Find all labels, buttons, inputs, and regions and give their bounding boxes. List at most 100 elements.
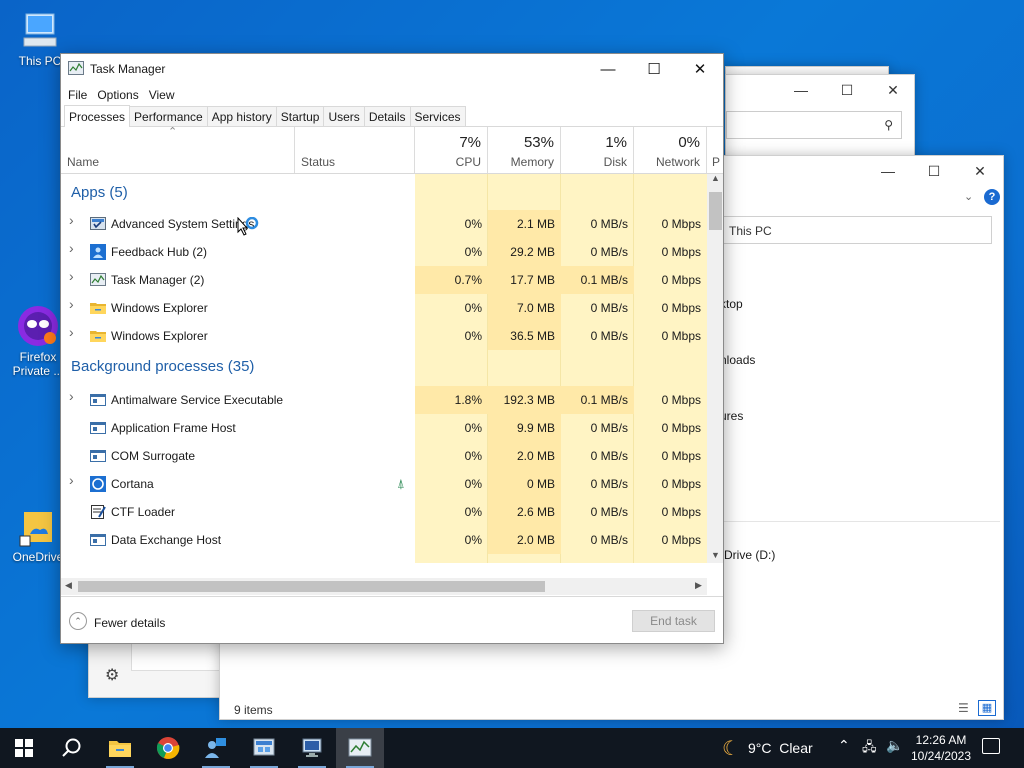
- tab-performance[interactable]: Performance: [129, 106, 208, 126]
- maximize-icon[interactable]: ☐: [911, 156, 957, 186]
- task-manager-window[interactable]: Task Manager — ☐ ✕ File Options View Pro…: [60, 53, 724, 644]
- expand-chevron-icon[interactable]: ›: [69, 389, 77, 403]
- close-icon[interactable]: ✕: [957, 156, 1003, 186]
- minimize-button[interactable]: —: [585, 54, 631, 84]
- search-button[interactable]: [48, 728, 96, 768]
- process-row-data-exchange-host[interactable]: Data Exchange Host 0% 2.0 MB 0 MB/s 0 Mbps: [61, 526, 707, 554]
- tab-app-history[interactable]: App history: [206, 106, 277, 126]
- chevron-down-icon[interactable]: ⌄: [964, 190, 973, 203]
- help-icon[interactable]: ?: [984, 189, 1000, 205]
- clock-time: 12:26 AM: [915, 733, 967, 747]
- scroll-right-icon[interactable]: ▶: [695, 580, 702, 591]
- column-name[interactable]: ⌃ Name: [61, 126, 295, 173]
- tab-details[interactable]: Details: [363, 106, 411, 126]
- taskbar-system-settings[interactable]: [240, 728, 288, 768]
- close-button[interactable]: ✕: [677, 54, 723, 84]
- taskbar-control-panel[interactable]: [288, 728, 336, 768]
- process-row-application-frame-host[interactable]: Application Frame Host 0% 9.9 MB 0 MB/s 0 Mb…: [61, 414, 707, 442]
- network-icon[interactable]: 🖧: [862, 738, 877, 760]
- app-window-icon: [90, 420, 106, 436]
- maximize-icon[interactable]: ☐: [824, 75, 870, 105]
- menu-file[interactable]: File: [63, 88, 92, 102]
- process-row-windows-explorer[interactable]: › Windows Explorer 0% 7.0 MB 0 MB/s 0 Mbps: [61, 294, 707, 322]
- process-row-ctf-loader[interactable]: CTF Loader 0% 2.6 MB 0 MB/s 0 Mbps: [61, 498, 707, 526]
- close-icon[interactable]: ✕: [870, 75, 916, 105]
- expand-chevron-icon[interactable]: ›: [69, 297, 77, 311]
- desktop-icon-firefox-private[interactable]: Firefox Private ...: [10, 304, 66, 378]
- vertical-scroll-thumb[interactable]: [709, 192, 722, 230]
- expand-chevron-icon[interactable]: ›: [69, 325, 77, 339]
- fewer-details-link[interactable]: Fewer details: [94, 616, 165, 630]
- cell-network: 0 Mbps: [661, 273, 701, 287]
- folder-icon: [90, 300, 106, 316]
- process-row-antimalware-service-executable[interactable]: › Antimalware Service Executable 1.8% 192.3…: [61, 386, 707, 414]
- clock[interactable]: 12:26 AM 10/24/2023: [908, 732, 974, 764]
- menu-view[interactable]: View: [144, 88, 180, 102]
- fewer-details-icon[interactable]: ⌃: [69, 612, 87, 630]
- address-bar[interactable]: This PC: [710, 216, 992, 244]
- nav-item-drive-d[interactable]: Drive (D:): [724, 548, 775, 562]
- taskbar-chrome[interactable]: [144, 728, 192, 768]
- process-row-com-surrogate[interactable]: COM Surrogate 0% 2.0 MB 0 MB/s 0 Mbps: [61, 442, 707, 470]
- process-row-feedback-hub-2[interactable]: › Feedback Hub (2) 0% 29.2 MB 0 MB/s 0 Mbps: [61, 238, 707, 266]
- cell-memory: 2.1 MB: [488, 210, 561, 238]
- scroll-up-icon[interactable]: ▲: [711, 174, 720, 183]
- end-task-button[interactable]: End task: [632, 610, 715, 632]
- taskbar-file-explorer[interactable]: [96, 728, 144, 768]
- process-name: Windows Explorer: [111, 301, 208, 315]
- cell-disk: 0 MB/s: [590, 329, 628, 343]
- vertical-scrollbar[interactable]: ▲ ▼: [707, 174, 723, 563]
- tab-startup[interactable]: Startup: [275, 106, 325, 126]
- taskbar-task-manager[interactable]: [336, 728, 384, 768]
- show-hidden-icons-chevron-icon[interactable]: ⌃: [838, 737, 850, 754]
- column-memory[interactable]: 53% Memory: [488, 127, 561, 173]
- tab-services[interactable]: Services: [409, 106, 466, 126]
- volume-muted-icon[interactable]: 🔈: [886, 737, 903, 754]
- process-row-windows-explorer[interactable]: › Windows Explorer 0% 36.5 MB 0 MB/s 0 Mbps: [61, 322, 707, 350]
- notification-center-icon[interactable]: [982, 738, 1000, 754]
- desktop-icon-onedrive[interactable]: OneDrive: [10, 504, 66, 564]
- scroll-left-icon[interactable]: ◀: [65, 580, 72, 591]
- process-row-task-manager-2[interactable]: › Task Manager (2) 0.7% 17.7 MB 0.1 MB/s 0 Mb…: [61, 266, 707, 294]
- gear-icon[interactable]: ⚙: [105, 665, 119, 685]
- menu-options[interactable]: Options: [92, 88, 143, 102]
- tiles-view-icon[interactable]: ▦: [978, 700, 996, 716]
- horizontal-scroll-thumb[interactable]: [78, 581, 545, 592]
- process-row-advanced-system-settings[interactable]: › Advanced System Settings 0% 2.1 MB 0 MB/s 0…: [61, 210, 707, 238]
- cell-memory: 29.2 MB: [488, 238, 561, 266]
- ctf-loader-icon: [90, 504, 106, 520]
- weather-widget[interactable]: ☾ 9°C Clear: [722, 728, 813, 768]
- cell-cpu: 0%: [464, 245, 482, 259]
- column-status[interactable]: Status: [295, 127, 415, 173]
- taskbar-feedback-hub[interactable]: [192, 728, 240, 768]
- horizontal-scrollbar[interactable]: ◀ ▶: [61, 578, 707, 595]
- column-power[interactable]: P: [707, 127, 723, 173]
- minimize-icon[interactable]: —: [865, 156, 911, 186]
- expand-chevron-icon[interactable]: ›: [69, 269, 77, 283]
- search-box[interactable]: ⚲: [726, 111, 902, 139]
- start-button[interactable]: [0, 728, 48, 768]
- expand-chevron-icon[interactable]: ›: [69, 473, 77, 487]
- column-network[interactable]: 0% Network: [634, 127, 707, 173]
- process-name: Feedback Hub (2): [111, 245, 208, 259]
- cell-network: 0 Mbps: [661, 217, 701, 231]
- column-disk[interactable]: 1% Disk: [561, 127, 634, 173]
- tab-processes[interactable]: Processes: [64, 105, 131, 127]
- tab-users[interactable]: Users: [323, 106, 365, 126]
- app-window-icon: [90, 532, 106, 548]
- details-view-icon[interactable]: ☰: [958, 701, 969, 715]
- column-cpu[interactable]: 7% CPU: [415, 127, 488, 173]
- onedrive-folder-icon: [16, 504, 60, 548]
- scroll-down-icon[interactable]: ▼: [711, 550, 720, 560]
- address-text: This PC: [729, 224, 772, 238]
- network-total: 0%: [678, 134, 700, 151]
- expand-chevron-icon[interactable]: ›: [69, 213, 77, 227]
- expand-chevron-icon[interactable]: ›: [69, 241, 77, 255]
- weather-text: 9°C Clear: [747, 740, 813, 756]
- maximize-button[interactable]: ☐: [631, 54, 677, 84]
- title-bar[interactable]: Task Manager — ☐ ✕: [61, 54, 723, 84]
- minimize-icon[interactable]: —: [778, 75, 824, 105]
- nav-item-downloads[interactable]: nloads: [720, 353, 755, 367]
- menu-bar: File Options View: [61, 84, 723, 106]
- process-row-cortana[interactable]: › Cortana ⍋ 0% 0 MB 0 MB/s 0 Mbps: [61, 470, 707, 498]
